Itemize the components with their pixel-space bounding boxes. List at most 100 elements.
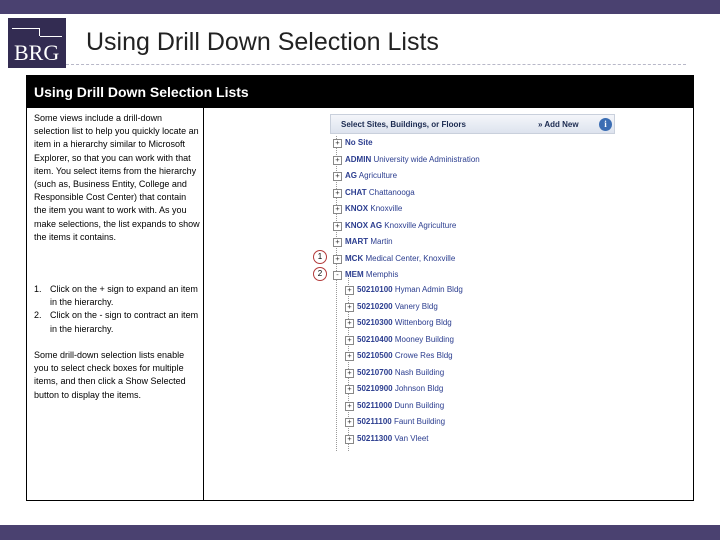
item-code: 50210400 [357, 334, 393, 344]
tree-item-label[interactable]: KNOX AG Knoxville Agriculture [345, 221, 456, 230]
step-number: 2. [34, 310, 42, 321]
tree-item-label[interactable]: 50211000 Dunn Building [357, 401, 444, 410]
item-name: Knoxville Agriculture [384, 220, 457, 230]
expand-icon[interactable]: + [333, 188, 342, 198]
expand-icon[interactable]: + [333, 221, 342, 231]
panel-title: Using Drill Down Selection Lists [34, 84, 249, 100]
add-new-link[interactable]: » Add New [538, 120, 579, 129]
expand-icon[interactable]: + [345, 401, 354, 411]
selector-header: Select Sites, Buildings, or Floors » Add… [330, 114, 615, 134]
help-icon[interactable]: i [599, 118, 612, 131]
item-name: Knoxville [370, 204, 403, 213]
expand-icon[interactable]: + [333, 139, 342, 148]
top-bar [0, 0, 720, 14]
tree-item-label[interactable]: 50211100 Faunt Building [357, 417, 445, 426]
tree-item-label[interactable]: 50210900 Johnson Bldg [357, 384, 443, 393]
item-name: Agriculture [358, 171, 398, 180]
item-name: Memphis [365, 270, 399, 279]
tree-item-label[interactable]: CHAT Chattanooga [345, 188, 415, 197]
item-code: CHAT [345, 187, 367, 197]
logo-text: BRG [14, 40, 60, 65]
item-code: 50210900 [357, 384, 393, 393]
instructions-column: Some views include a drill-down selectio… [27, 108, 204, 500]
panel-header: Using Drill Down Selection Lists [27, 76, 693, 108]
tree-item-label[interactable]: MEM Memphis [345, 270, 398, 279]
callout-1: 1 [313, 250, 327, 264]
tree-item-label[interactable]: AG Agriculture [345, 171, 397, 180]
item-name: Nash Building [394, 367, 445, 377]
item-code: 50211300 [357, 433, 393, 443]
collapse-icon[interactable]: - [333, 271, 342, 280]
item-name: Van Vleet [394, 433, 429, 443]
selector-title: Select Sites, Buildings, or Floors [341, 120, 466, 129]
brg-logo: BRG [8, 18, 66, 68]
item-name: Vanery Bldg [394, 301, 438, 311]
bottom-bar [0, 525, 720, 540]
step-text: Click on the - sign to contract an item … [50, 310, 199, 334]
item-code: MART [345, 237, 369, 246]
item-code: 50210200 [357, 301, 393, 311]
item-code: 50210700 [357, 367, 393, 377]
expand-icon[interactable]: + [345, 368, 354, 378]
tree-guide-line [336, 136, 337, 451]
item-code: KNOX AG [345, 220, 383, 230]
intro-paragraph: Some views include a drill-down selectio… [34, 113, 200, 242]
item-name: University wide Administration [373, 154, 480, 164]
tree-item-label[interactable]: 50210400 Mooney Building [357, 335, 454, 344]
tree-item-label[interactable]: No Site [345, 138, 373, 147]
item-code: MEM [345, 270, 364, 279]
step-text: Click on the + sign to expand an item in… [50, 284, 198, 308]
tree-item-label[interactable]: MART Martin [345, 237, 393, 246]
item-name: Wittenborg Bldg [394, 318, 452, 327]
item-name: Martin [370, 237, 393, 246]
tree-item-label[interactable]: KNOX Knoxville [345, 204, 402, 213]
expand-icon[interactable]: + [333, 155, 342, 165]
expand-icon[interactable]: + [333, 254, 342, 264]
tree-item-label[interactable]: ADMIN University wide Administration [345, 155, 480, 164]
tree-item-label[interactable]: 50210700 Nash Building [357, 368, 444, 377]
tree-item-label[interactable]: 50211300 Van Vleet [357, 434, 429, 443]
item-name: Chattanooga [368, 187, 415, 197]
expand-icon[interactable]: + [333, 238, 342, 247]
expand-icon[interactable]: + [333, 172, 342, 181]
expand-icon[interactable]: + [345, 418, 354, 427]
item-code: MCK [345, 253, 364, 263]
tree-item-label[interactable]: 50210300 Wittenborg Bldg [357, 318, 452, 327]
expand-icon[interactable]: + [345, 335, 354, 345]
expand-icon[interactable]: + [345, 352, 354, 361]
tree-item-label[interactable]: MCK Medical Center, Knoxville [345, 254, 455, 263]
drill-down-screenshot: Select Sites, Buildings, or Floors » Add… [330, 114, 615, 454]
item-name: Faunt Building [393, 417, 446, 426]
item-name: Mooney Building [394, 334, 454, 344]
item-name: Crowe Res Bldg [394, 351, 453, 360]
expand-icon[interactable]: + [333, 205, 342, 214]
item-name: Medical Center, Knoxville [365, 253, 456, 263]
outro-paragraph: Some drill-down selection lists enable y… [34, 350, 186, 400]
list-item: 2. Click on the - sign to contract an ite… [34, 309, 200, 335]
item-code: 50211000 [357, 400, 393, 410]
item-code: 50210300 [357, 318, 393, 327]
item-code: No Site [345, 138, 373, 147]
item-code: 50210500 [357, 351, 393, 360]
expand-icon[interactable]: + [345, 319, 354, 328]
item-code: 50211100 [357, 417, 392, 426]
tree-item-label[interactable]: 50210200 Vanery Bldg [357, 302, 438, 311]
steps-list: 1. Click on the + sign to expand an item … [34, 283, 200, 336]
expand-icon[interactable]: + [345, 434, 354, 444]
item-code: KNOX [345, 204, 369, 213]
item-name: Dunn Building [394, 400, 445, 410]
item-name: Johnson Bldg [394, 384, 444, 393]
list-item: 1. Click on the + sign to expand an item … [34, 283, 200, 309]
logo-line-decoration [12, 28, 40, 36]
callout-2: 2 [313, 267, 327, 281]
expand-icon[interactable]: + [345, 286, 354, 295]
tree-item-label[interactable]: 50210100 Hyman Admin Bldg [357, 285, 463, 294]
item-name: Hyman Admin Bldg [394, 285, 463, 294]
expand-icon[interactable]: + [345, 385, 354, 394]
item-code: AG [345, 171, 357, 180]
tree-item-label[interactable]: 50210500 Crowe Res Bldg [357, 351, 453, 360]
item-code: 50210100 [357, 285, 393, 294]
expand-icon[interactable]: + [345, 302, 354, 312]
title-divider [66, 64, 686, 65]
slide-title: Using Drill Down Selection Lists [86, 28, 439, 56]
